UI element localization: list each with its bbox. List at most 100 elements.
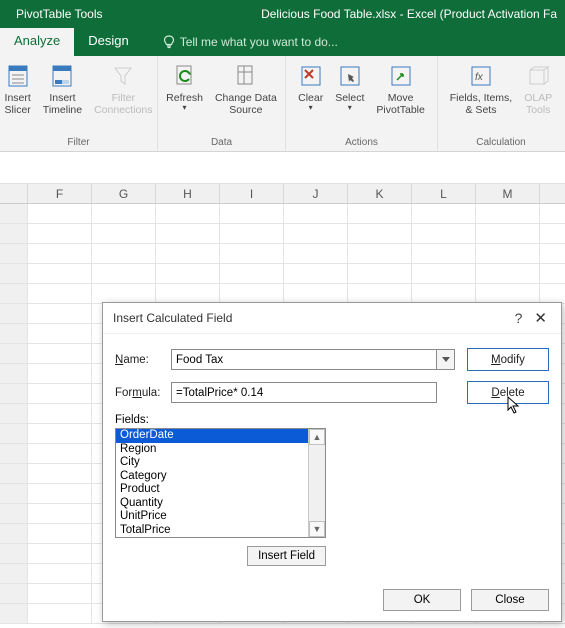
row-header[interactable]: [0, 484, 28, 504]
cell[interactable]: [284, 204, 348, 224]
field-item[interactable]: Region: [116, 443, 308, 457]
clear-button[interactable]: Clear ▾: [292, 60, 329, 118]
cell[interactable]: [348, 244, 412, 264]
insert-field-button[interactable]: Insert Field: [247, 546, 326, 566]
row-header[interactable]: [0, 464, 28, 484]
cell[interactable]: [412, 204, 476, 224]
column-header[interactable]: I: [220, 184, 284, 203]
row-header[interactable]: [0, 364, 28, 384]
column-header[interactable]: L: [412, 184, 476, 203]
insert-slicer-button[interactable]: Insert Slicer: [0, 60, 37, 118]
cell[interactable]: [412, 224, 476, 244]
cell[interactable]: [92, 264, 156, 284]
field-item[interactable]: OrderDate: [116, 429, 308, 443]
field-item[interactable]: Category: [116, 470, 308, 484]
cell[interactable]: [28, 264, 92, 284]
column-header[interactable]: N: [540, 184, 565, 203]
field-item[interactable]: Quantity: [116, 497, 308, 511]
cell[interactable]: [476, 264, 540, 284]
cell[interactable]: [348, 224, 412, 244]
column-header[interactable]: K: [348, 184, 412, 203]
cell[interactable]: [284, 244, 348, 264]
column-header[interactable]: G: [92, 184, 156, 203]
field-item[interactable]: City: [116, 456, 308, 470]
delete-button[interactable]: Delete: [467, 381, 549, 404]
field-item[interactable]: UnitPrice: [116, 510, 308, 524]
cell[interactable]: [28, 344, 92, 364]
cell[interactable]: [540, 224, 565, 244]
row-header[interactable]: [0, 544, 28, 564]
cell[interactable]: [220, 244, 284, 264]
cell[interactable]: [28, 284, 92, 304]
cell[interactable]: [156, 204, 220, 224]
tab-design[interactable]: Design: [74, 28, 142, 56]
move-pivottable-button[interactable]: Move PivotTable: [370, 60, 430, 118]
close-dialog-button[interactable]: Close: [471, 589, 549, 611]
cell[interactable]: [28, 484, 92, 504]
name-dropdown-button[interactable]: [437, 349, 455, 370]
row-header[interactable]: [0, 404, 28, 424]
row-header[interactable]: [0, 304, 28, 324]
field-item[interactable]: Product: [116, 483, 308, 497]
close-button[interactable]: ✕: [530, 309, 551, 327]
cell[interactable]: [28, 224, 92, 244]
fields-listbox[interactable]: OrderDateRegionCityCategoryProductQuanti…: [115, 428, 326, 538]
cell[interactable]: [28, 204, 92, 224]
cell[interactable]: [156, 284, 220, 304]
row-header[interactable]: [0, 244, 28, 264]
scroll-up-button[interactable]: ▲: [309, 429, 325, 445]
row-header[interactable]: [0, 444, 28, 464]
help-button[interactable]: ?: [507, 310, 531, 326]
row-header[interactable]: [0, 384, 28, 404]
cell[interactable]: [92, 244, 156, 264]
cell[interactable]: [156, 264, 220, 284]
cell[interactable]: [220, 284, 284, 304]
cell[interactable]: [28, 544, 92, 564]
cell[interactable]: [540, 204, 565, 224]
scroll-down-button[interactable]: ▼: [309, 521, 325, 537]
cell[interactable]: [28, 524, 92, 544]
row-header[interactable]: [0, 604, 28, 624]
fields-items-sets-button[interactable]: fx Fields, Items, & Sets: [444, 60, 518, 118]
cell[interactable]: [28, 564, 92, 584]
cell[interactable]: [28, 584, 92, 604]
cell[interactable]: [284, 284, 348, 304]
cell[interactable]: [348, 284, 412, 304]
cell[interactable]: [28, 404, 92, 424]
cell[interactable]: [92, 224, 156, 244]
cell[interactable]: [476, 244, 540, 264]
fields-scrollbar[interactable]: ▲ ▼: [308, 429, 325, 537]
insert-timeline-button[interactable]: Insert Timeline: [37, 60, 88, 118]
row-header[interactable]: [0, 224, 28, 244]
row-header[interactable]: [0, 204, 28, 224]
column-header[interactable]: M: [476, 184, 540, 203]
row-header[interactable]: [0, 324, 28, 344]
cell[interactable]: [476, 284, 540, 304]
cell[interactable]: [156, 244, 220, 264]
cell[interactable]: [540, 244, 565, 264]
row-header[interactable]: [0, 284, 28, 304]
cell[interactable]: [284, 224, 348, 244]
tell-me-search[interactable]: Tell me what you want to do...: [163, 28, 338, 56]
row-header[interactable]: [0, 344, 28, 364]
row-header[interactable]: [0, 524, 28, 544]
cell[interactable]: [412, 244, 476, 264]
column-header[interactable]: H: [156, 184, 220, 203]
cell[interactable]: [220, 224, 284, 244]
cell[interactable]: [284, 264, 348, 284]
row-header[interactable]: [0, 424, 28, 444]
cell[interactable]: [412, 264, 476, 284]
cell[interactable]: [28, 384, 92, 404]
row-header[interactable]: [0, 504, 28, 524]
modify-button[interactable]: Modify: [467, 348, 549, 371]
column-header[interactable]: F: [28, 184, 92, 203]
scroll-track[interactable]: [309, 445, 325, 521]
row-header[interactable]: [0, 584, 28, 604]
cell[interactable]: [28, 464, 92, 484]
cell[interactable]: [92, 284, 156, 304]
refresh-button[interactable]: Refresh ▾: [160, 60, 209, 118]
cell[interactable]: [92, 204, 156, 224]
row-header[interactable]: [0, 564, 28, 584]
column-header[interactable]: J: [284, 184, 348, 203]
cell[interactable]: [476, 224, 540, 244]
